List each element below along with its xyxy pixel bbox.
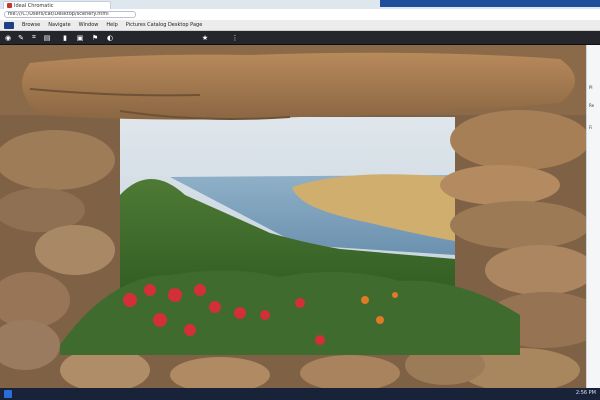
browser-tab[interactable]: Ideal Chromatic: [3, 1, 111, 9]
window-caption-bar: [380, 0, 600, 7]
os-taskbar: 2:56 PM: [0, 388, 600, 400]
toolbar-button-1[interactable]: ◉: [3, 33, 13, 42]
toolbar-button-4[interactable]: ▤: [42, 33, 52, 42]
app-menubar: Browse Navigate Window Help Pictures Cat…: [0, 20, 600, 31]
grid-icon: ⋮: [231, 33, 239, 42]
toolbar-button-3[interactable]: ⌗: [29, 33, 39, 42]
menu-help[interactable]: Help: [106, 22, 117, 28]
menu-browse[interactable]: Browse: [22, 22, 40, 28]
toolbar-button-10[interactable]: ⋮: [230, 33, 240, 42]
pen-icon: ✎: [18, 33, 24, 42]
toolbar-button-5[interactable]: ▮: [60, 33, 70, 42]
layers-icon: ▤: [43, 33, 51, 42]
toolbar-button-8[interactable]: ◐: [105, 33, 115, 42]
flag-icon: ⚑: [91, 33, 99, 42]
address-field[interactable]: file:///C:/Users/cat/Desktop/scenery.htm…: [4, 11, 136, 18]
scenery-image: [0, 45, 586, 388]
menu-navigate[interactable]: Navigate: [48, 22, 70, 28]
toolbar-button-9[interactable]: ★: [200, 33, 210, 42]
menu-pictures[interactable]: Pictures Catalog Desktop Page: [126, 22, 203, 28]
toolbar-button-6[interactable]: ▣: [75, 33, 85, 42]
folder-icon: ▮: [63, 33, 67, 42]
toolbar-button-7[interactable]: ⚑: [90, 33, 100, 42]
right-side-panel: Pl Re Fi: [586, 45, 600, 388]
side-panel-item[interactable]: Fi: [589, 125, 592, 130]
side-panel-item[interactable]: Pl: [589, 85, 593, 90]
menu-window[interactable]: Window: [79, 22, 99, 28]
app-logo-icon: ◉: [4, 33, 12, 42]
palette-icon: ◐: [106, 33, 114, 42]
side-panel-item[interactable]: Re: [589, 103, 594, 108]
app-logo-icon[interactable]: [4, 21, 14, 29]
image-toolbar: ◉ ✎ ⌗ ▤ ▮ ▣ ⚑ ◐ ★ ⋮: [0, 31, 600, 45]
taskbar-clock: 2:56 PM: [575, 390, 596, 396]
toolbar-button-2[interactable]: ✎: [16, 33, 26, 42]
start-button-icon[interactable]: [4, 390, 12, 398]
tab-title: Ideal Chromatic: [14, 2, 54, 9]
tab-favicon-icon: [7, 3, 12, 8]
star-icon: ★: [201, 33, 209, 42]
crop-icon: ⌗: [32, 33, 36, 41]
image-icon: ▣: [76, 33, 84, 42]
image-viewport[interactable]: [0, 45, 586, 388]
